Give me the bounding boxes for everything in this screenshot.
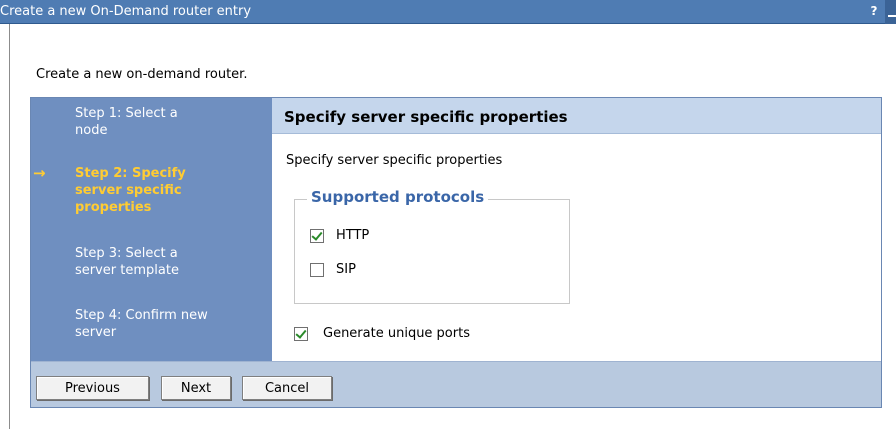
window-title-bar: Create a new On-Demand router entry ? — [0, 0, 896, 24]
content-description: Specify server specific properties — [286, 153, 503, 168]
step-2-label-line3: properties — [75, 200, 152, 215]
supported-protocols-group: Supported protocols HTTP SIP — [294, 188, 570, 304]
supported-protocols-legend: Supported protocols — [307, 188, 489, 206]
http-label: HTTP — [336, 228, 370, 243]
step-4-label-line1: Step 4: Confirm new — [75, 308, 208, 323]
step-3-label-line1: Step 3: Select a — [75, 246, 178, 261]
step-2-label-line2: server specific — [75, 183, 182, 198]
intro-text: Create a new on-demand router. — [36, 67, 248, 82]
sip-label: SIP — [336, 262, 356, 277]
wizard-steps-panel: Step 1: Select a node → Step 2: Specify … — [31, 98, 272, 361]
wizard-panel: Step 1: Select a node → Step 2: Specify … — [30, 97, 882, 408]
wizard-button-bar: Previous Next Cancel — [31, 361, 881, 407]
step-3-label-line2: server template — [75, 263, 179, 278]
step-3-select-template[interactable]: Step 3: Select a server template — [75, 245, 179, 279]
next-button[interactable]: Next — [161, 376, 231, 400]
sip-checkbox[interactable] — [310, 262, 324, 277]
cancel-button[interactable]: Cancel — [242, 376, 332, 400]
step-2-label-line1: Step 2: Specify — [75, 166, 186, 181]
step-1-label-line1: Step 1: Select a — [75, 106, 178, 121]
content-heading: Specify server specific properties — [284, 108, 568, 126]
generate-ports-label: Generate unique ports — [323, 326, 470, 341]
previous-button[interactable]: Previous — [36, 376, 149, 400]
http-option: HTTP — [310, 228, 369, 243]
step-1-select-node[interactable]: Step 1: Select a node — [75, 105, 178, 139]
content-header: Specify server specific properties — [272, 98, 881, 134]
step-1-label-line2: node — [75, 123, 108, 138]
step-4-confirm-server[interactable]: Step 4: Confirm new server — [75, 307, 208, 341]
http-checkbox[interactable] — [310, 228, 324, 243]
generate-ports-checkbox[interactable] — [294, 326, 308, 341]
step-4-label-line2: server — [75, 325, 117, 340]
window-left-border — [9, 24, 10, 429]
sip-option: SIP — [310, 262, 356, 277]
help-icon[interactable]: ? — [867, 2, 881, 20]
window-title: Create a new On-Demand router entry — [0, 4, 252, 19]
wizard-content: Specify server specific properties Speci… — [272, 98, 881, 361]
step-2-specify-properties: Step 2: Specify server specific properti… — [75, 165, 186, 216]
minimize-icon[interactable] — [885, 0, 896, 24]
current-step-arrow-icon: → — [33, 164, 46, 182]
generate-ports-option: Generate unique ports — [294, 326, 470, 341]
